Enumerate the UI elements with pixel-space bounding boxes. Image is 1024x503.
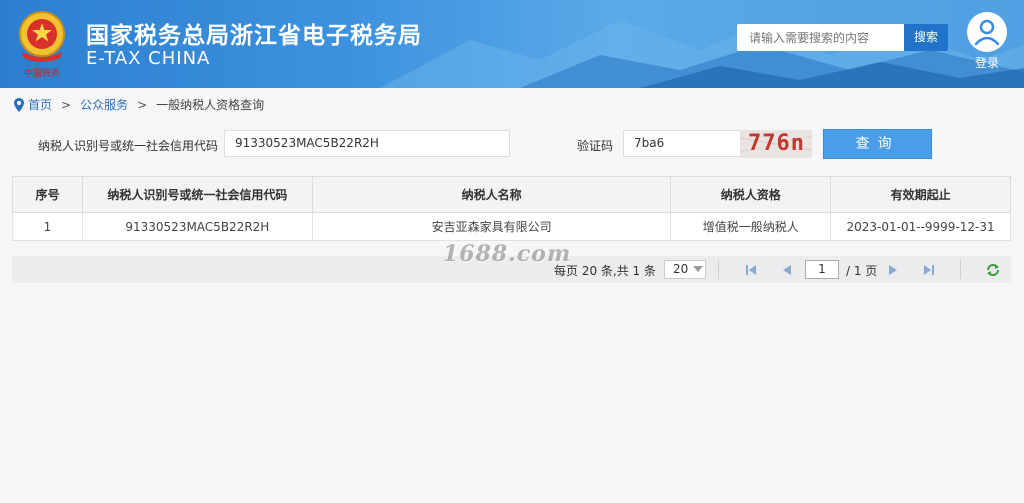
- cell-taxid: 91330523MAC5B22R2H: [81, 212, 313, 241]
- col-header-validity: 有效期起止: [830, 176, 1011, 213]
- col-header-taxid: 纳税人识别号或统一社会信用代码: [81, 176, 313, 213]
- taxid-input[interactable]: 91330523MAC5B22R2H: [224, 130, 510, 157]
- page-size-select[interactable]: 20: [664, 260, 706, 279]
- divider: [718, 260, 719, 279]
- login-button[interactable]: 登录: [965, 12, 1009, 72]
- total-pages: / 1 页: [846, 264, 878, 278]
- cell-validity: 2023-01-01--9999-12-31: [830, 212, 1011, 241]
- divider: [960, 260, 961, 279]
- col-header-index: 序号: [12, 176, 83, 213]
- site-header: 中国税务 国家税务总局浙江省电子税务局 E-TAX CHINA 搜索 登录: [0, 0, 1024, 88]
- user-icon: [967, 12, 1007, 52]
- watermark: 1688.com: [443, 241, 572, 267]
- first-page-icon[interactable]: [743, 262, 759, 278]
- captcha-label: 验证码: [577, 139, 614, 153]
- col-header-qualification: 纳税人资格: [670, 176, 832, 213]
- tax-emblem-logo: 中国税务: [19, 11, 65, 79]
- breadcrumb: 首页 > 公众服务 > 一般纳税人资格查询: [14, 96, 264, 113]
- results-table: 序号 纳税人识别号或统一社会信用代码 纳税人名称 纳税人资格 有效期起止 1 9…: [12, 176, 1011, 241]
- col-header-name: 纳税人名称: [311, 176, 672, 213]
- page-size-value: 20: [673, 262, 689, 276]
- last-page-icon[interactable]: [921, 262, 937, 278]
- captcha-image[interactable]: 776n: [740, 130, 812, 158]
- captcha-input[interactable]: 7ba6: [623, 130, 741, 157]
- table-row[interactable]: 1 91330523MAC5B22R2H 安吉亚森家具有限公司 增值税一般纳税人…: [12, 212, 1011, 241]
- cell-qualification: 增值税一般纳税人: [670, 212, 832, 241]
- page-number-input[interactable]: 1: [805, 260, 839, 279]
- captcha-text: 776n: [748, 131, 805, 156]
- taxid-label: 纳税人识别号或统一社会信用代码: [38, 139, 219, 153]
- refresh-icon[interactable]: [985, 262, 1001, 278]
- prev-page-icon[interactable]: [779, 262, 795, 278]
- site-title-en: E-TAX CHINA: [86, 48, 211, 69]
- breadcrumb-separator: >: [137, 97, 148, 112]
- login-label: 登录: [974, 56, 999, 70]
- site-title: 国家税务总局浙江省电子税务局: [86, 23, 422, 49]
- search-input[interactable]: [737, 24, 905, 51]
- breadcrumb-current: 一般纳税人资格查询: [156, 98, 265, 112]
- cell-name: 安吉亚森家具有限公司: [311, 212, 672, 241]
- table-header-row: 序号 纳税人识别号或统一社会信用代码 纳税人名称 纳税人资格 有效期起止: [12, 176, 1011, 213]
- svg-text:中国税务: 中国税务: [24, 67, 60, 79]
- cell-index: 1: [12, 212, 83, 241]
- search-button[interactable]: 搜索: [904, 24, 948, 51]
- chevron-down-icon: [693, 266, 703, 272]
- breadcrumb-separator: >: [61, 97, 72, 112]
- next-page-icon[interactable]: [885, 262, 901, 278]
- breadcrumb-public-service-link[interactable]: 公众服务: [80, 96, 128, 113]
- breadcrumb-home-link[interactable]: 首页: [28, 96, 52, 113]
- location-pin-icon: [14, 97, 24, 112]
- query-button[interactable]: 查询: [823, 129, 932, 159]
